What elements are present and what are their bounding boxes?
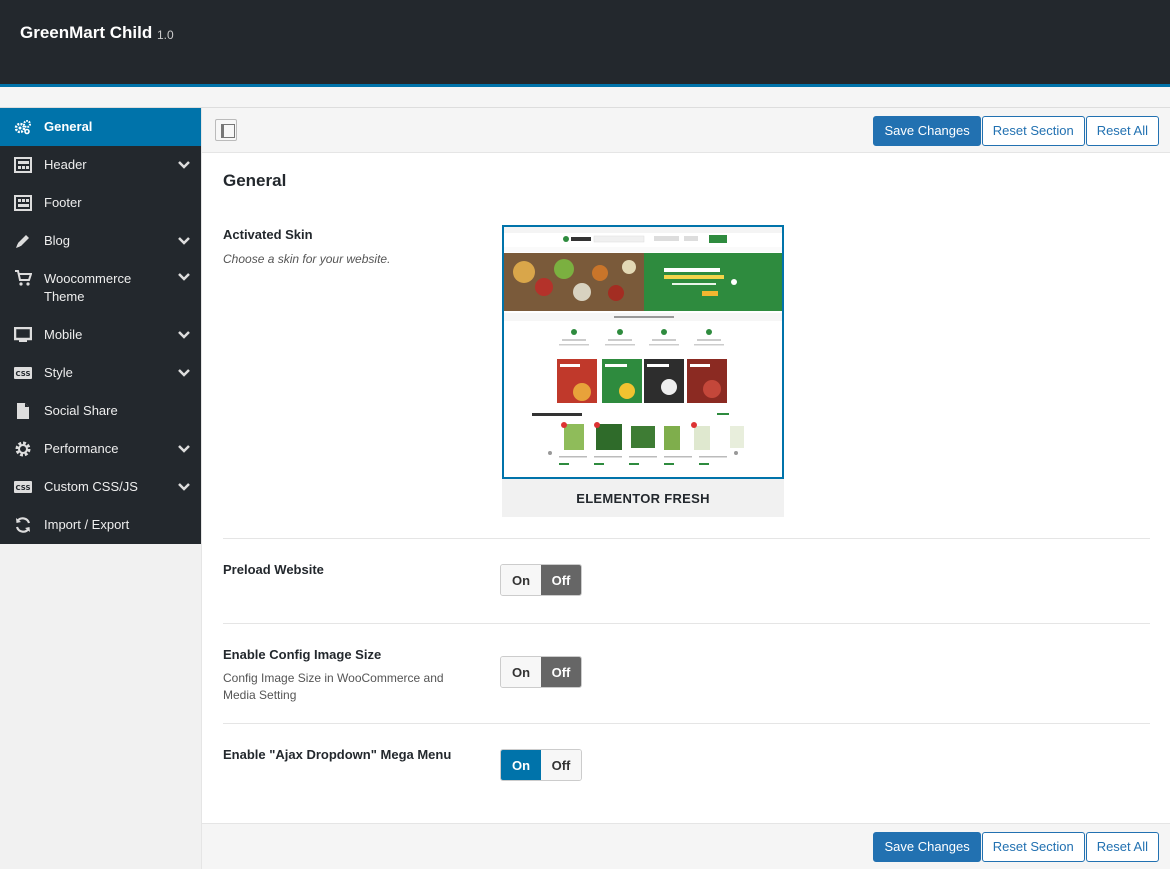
sidebar-item-label: Mobile — [44, 327, 83, 342]
ajax-menu-label: Enable "Ajax Dropdown" Mega Menu — [223, 747, 452, 762]
sidebar-item-performance[interactable]: Performance — [0, 430, 201, 468]
row-divider — [223, 723, 1150, 724]
ajax-menu-toggle: On Off — [500, 749, 582, 781]
config-image-description: Config Image Size in WooCommerce and Med… — [223, 671, 444, 702]
chevron-down-icon — [178, 483, 190, 491]
preload-toggle: On Off — [500, 564, 582, 596]
row-divider — [223, 623, 1150, 624]
css-icon: CSS — [14, 364, 32, 382]
ajax-menu-off-option[interactable]: Off — [541, 750, 581, 780]
sidebar-item-label: Social Share — [44, 403, 118, 418]
refresh-icon — [14, 516, 32, 534]
svg-text:CSS: CSS — [15, 370, 30, 378]
admin-header: GreenMart Child 1.0 — [0, 0, 1170, 84]
sidebar-item-label: Header — [44, 157, 87, 172]
sidebar-nav: General Header Footer Blog Woocommerce T… — [0, 108, 201, 544]
sidebar-item-label: Style — [44, 365, 73, 380]
cart-icon — [14, 269, 32, 287]
sidebar-item-general[interactable]: General — [0, 108, 201, 146]
sidebar-item-label: Performance — [44, 441, 119, 456]
sidebar-item-woocommerce[interactable]: Woocommerce Theme — [0, 260, 201, 316]
config-image-off-option[interactable]: Off — [541, 657, 581, 687]
preload-on-option[interactable]: On — [501, 565, 541, 595]
layout-icon — [14, 156, 32, 174]
sidebar-item-label: Footer — [44, 195, 82, 210]
panel-toolbar: Save Changes Reset Section Reset All — [202, 108, 1170, 153]
sidebar-item-social-share[interactable]: Social Share — [0, 392, 201, 430]
config-image-toggle: On Off — [500, 656, 582, 688]
sidebar-item-blog[interactable]: Blog — [0, 222, 201, 260]
preload-off-option[interactable]: Off — [541, 565, 581, 595]
ajax-menu-on-option[interactable]: On — [501, 750, 541, 780]
chevron-down-icon — [178, 237, 190, 245]
sidebar-item-style[interactable]: CSS Style — [0, 354, 201, 392]
row-divider — [223, 538, 1150, 539]
sidebar-item-header[interactable]: Header — [0, 146, 201, 184]
gears-icon — [14, 118, 32, 136]
chevron-down-icon — [178, 331, 190, 339]
reset-section-button[interactable]: Reset Section — [981, 116, 1085, 146]
gear-icon — [14, 440, 32, 458]
monitor-icon — [14, 326, 32, 344]
sidebar-item-label: Custom CSS/JS — [44, 479, 138, 494]
skin-preview-image — [504, 227, 782, 477]
file-icon — [14, 402, 32, 420]
pencil-icon — [14, 232, 32, 250]
skin-name: ELEMENTOR FRESH — [576, 491, 710, 506]
app-title: GreenMart Child — [20, 23, 153, 42]
expand-options-icon[interactable] — [215, 119, 237, 141]
skin-option-card[interactable]: ELEMENTOR FRESH — [502, 225, 784, 517]
chevron-down-icon — [178, 161, 190, 169]
panel-footer: Save Changes Reset Section Reset All — [202, 823, 1170, 869]
config-image-on-option[interactable]: On — [501, 657, 541, 687]
save-button[interactable]: Save Changes — [873, 116, 981, 146]
css-icon: CSS — [14, 478, 32, 496]
svg-text:CSS: CSS — [15, 484, 30, 492]
sidebar-item-label: Woocommerce Theme — [44, 271, 132, 304]
section-title: General — [223, 171, 287, 190]
chevron-down-icon — [178, 369, 190, 377]
sidebar-item-footer[interactable]: Footer — [0, 184, 201, 222]
layout-icon — [14, 194, 32, 212]
sidebar-item-custom-css-js[interactable]: CSS Custom CSS/JS — [0, 468, 201, 506]
skin-thumbnail — [502, 225, 784, 479]
info-bar — [0, 87, 1170, 108]
preload-label: Preload Website — [223, 562, 324, 577]
config-image-label: Enable Config Image Size — [223, 647, 382, 662]
footer-button-group: Save Changes Reset Section Reset All — [873, 832, 1159, 862]
chevron-down-icon — [178, 445, 190, 453]
reset-all-button[interactable]: Reset All — [1085, 116, 1159, 146]
skin-label: Activated Skin — [223, 227, 313, 242]
app-version: 1.0 — [157, 28, 174, 42]
sidebar-empty-area — [0, 544, 201, 869]
sidebar-item-label: General — [44, 119, 93, 134]
sidebar-item-label: Import / Export — [44, 517, 130, 532]
chevron-down-icon — [178, 273, 190, 281]
sidebar-item-import-export[interactable]: Import / Export — [0, 506, 201, 544]
skin-description: Choose a skin for your website. — [223, 252, 391, 266]
toolbar-button-group: Save Changes Reset Section Reset All — [873, 116, 1159, 146]
reset-all-button[interactable]: Reset All — [1085, 832, 1159, 862]
options-panel: Save Changes Reset Section Reset All Gen… — [201, 108, 1170, 869]
save-button[interactable]: Save Changes — [873, 832, 981, 862]
sidebar-item-label: Blog — [44, 233, 71, 248]
reset-section-button[interactable]: Reset Section — [981, 832, 1085, 862]
sidebar-item-mobile[interactable]: Mobile — [0, 316, 201, 354]
